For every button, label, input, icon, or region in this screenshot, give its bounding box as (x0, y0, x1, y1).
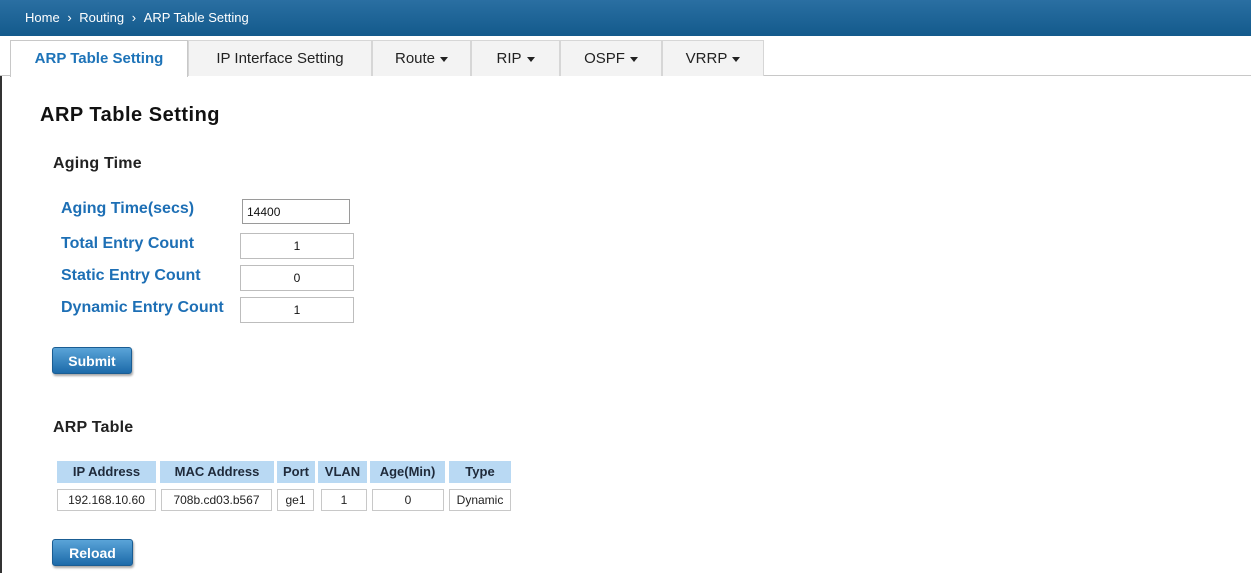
type-cell: Dynamic (449, 489, 511, 511)
mac-address-cell: 708b.cd03.b567 (161, 489, 272, 511)
total-entry-count-label: Total Entry Count (61, 235, 195, 252)
tab-rip[interactable]: RIP (471, 40, 560, 76)
breadcrumb-routing[interactable]: Routing (79, 0, 124, 36)
caret-down-icon (526, 56, 535, 62)
tab-label: OSPF (584, 50, 625, 67)
port-cell: ge1 (277, 489, 314, 511)
vlan-cell: 1 (321, 489, 367, 511)
tab-label: VRRP (685, 50, 728, 67)
tab-label: RIP (496, 50, 522, 67)
tab-arp-table-setting[interactable]: ARP Table Setting (10, 40, 188, 77)
tab-ospf[interactable]: OSPF (560, 40, 662, 76)
static-entry-count-label: Static Entry Count (61, 267, 201, 284)
column-header-vlan: VLAN (318, 461, 367, 483)
breadcrumb-current: ARP Table Setting (143, 10, 249, 25)
tab-vrrp[interactable]: VRRP (662, 40, 764, 76)
breadcrumb-separator: › (131, 10, 137, 25)
tab-ip-interface-setting[interactable]: IP Interface Setting (188, 40, 372, 76)
aging-time-label: Aging Time(secs) (61, 200, 195, 217)
page-title: ARP Table Setting (40, 104, 221, 126)
column-header-mac-address: MAC Address (160, 461, 274, 483)
aging-time-input[interactable] (242, 199, 350, 224)
submit-button[interactable]: Submit (52, 347, 132, 374)
tab-label: ARP Table Setting (34, 50, 164, 67)
breadcrumb-home[interactable]: Home (25, 0, 60, 36)
static-entry-count-value: 0 (240, 265, 354, 291)
column-header-age: Age(Min) (370, 461, 445, 483)
caret-down-icon (629, 56, 638, 62)
arp-table-section-title: ARP Table (53, 419, 134, 436)
tab-route[interactable]: Route (372, 40, 471, 76)
column-header-port: Port (277, 461, 315, 483)
tab-bar: ARP Table Setting IP Interface Setting R… (0, 36, 1251, 77)
tab-label: IP Interface Setting (216, 50, 344, 67)
column-header-ip-address: IP Address (57, 461, 156, 483)
age-cell: 0 (372, 489, 444, 511)
dynamic-entry-count-label: Dynamic Entry Count (61, 299, 224, 316)
caret-down-icon (440, 56, 449, 62)
column-header-type: Type (449, 461, 511, 483)
breadcrumb: Home › Routing › ARP Table Setting (0, 0, 1251, 36)
caret-down-icon (732, 56, 741, 62)
dynamic-entry-count-value: 1 (240, 297, 354, 323)
total-entry-count-value: 1 (240, 233, 354, 259)
aging-time-section-title: Aging Time (53, 155, 142, 172)
content-border (0, 76, 2, 573)
ip-address-cell: 192.168.10.60 (57, 489, 156, 511)
reload-button[interactable]: Reload (52, 539, 133, 566)
breadcrumb-separator: › (67, 10, 72, 25)
tab-label: Route (394, 50, 436, 67)
